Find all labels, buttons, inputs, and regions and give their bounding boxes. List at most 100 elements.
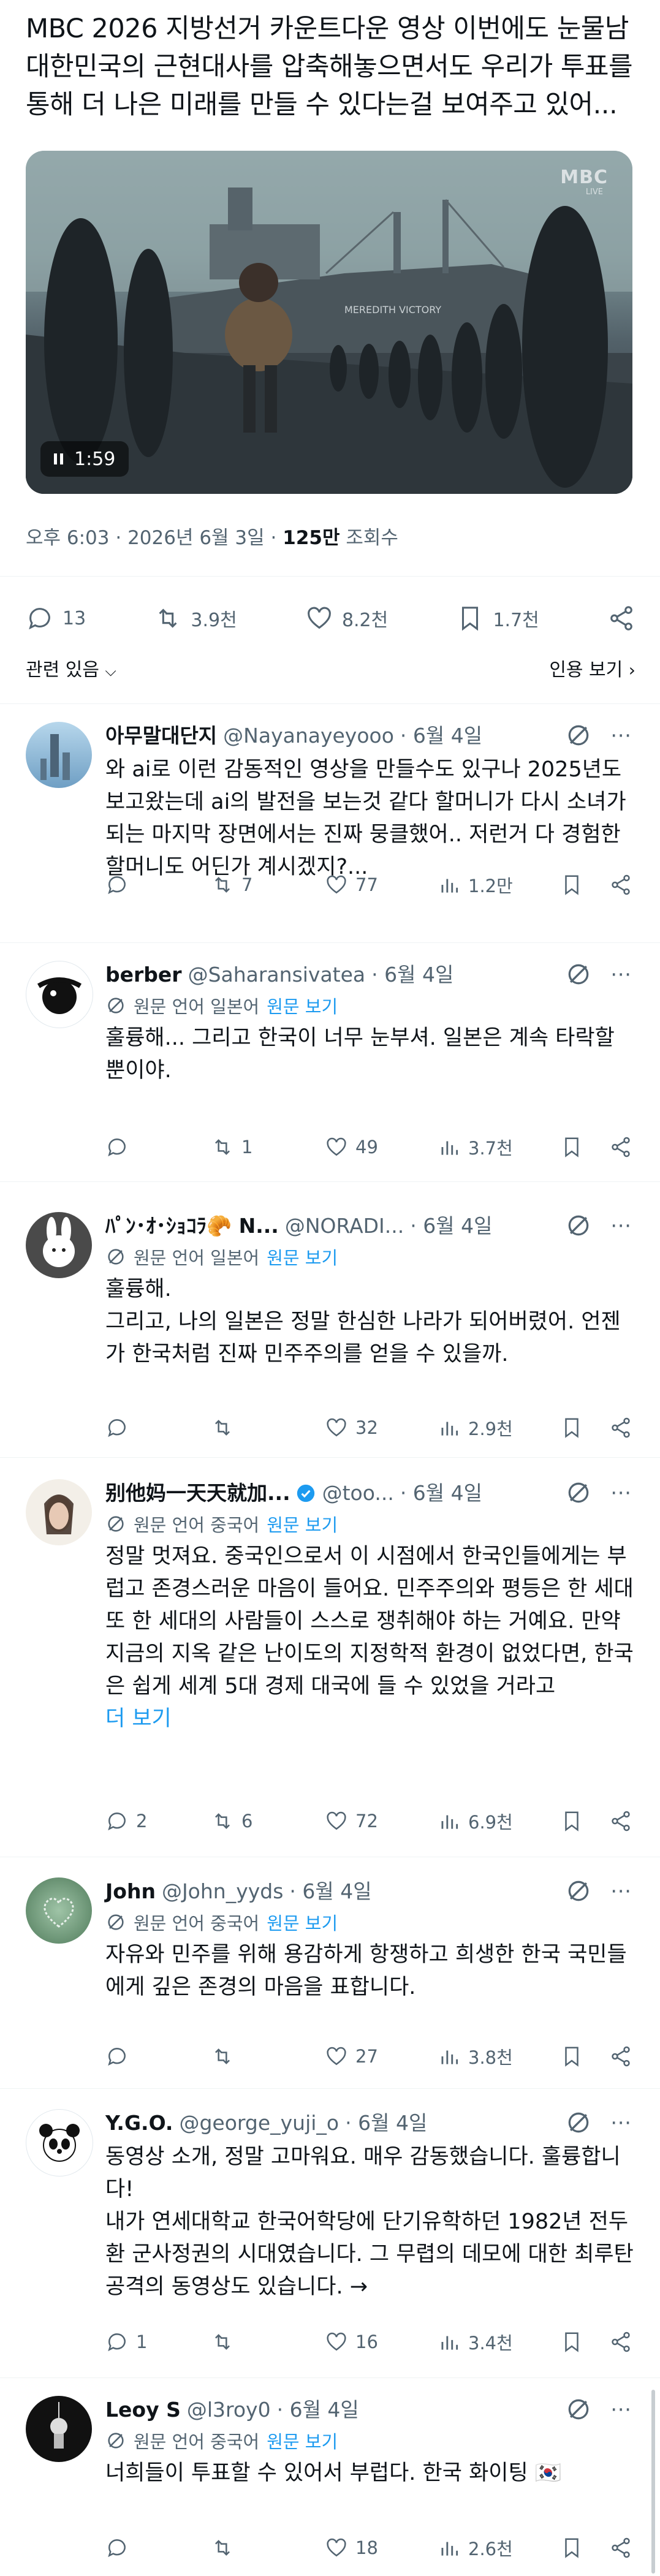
grok-icon[interactable] <box>565 722 592 749</box>
share-button[interactable] <box>607 604 635 632</box>
reply-author-handle[interactable]: @Nayanayeyooo <box>223 722 394 750</box>
show-original-link[interactable]: 원문 보기 <box>267 1909 338 1935</box>
more-options-icon[interactable]: ⋯ <box>610 2110 632 2135</box>
share-button[interactable] <box>609 2330 632 2354</box>
pause-icon[interactable] <box>54 453 63 464</box>
bookmark-button[interactable] <box>560 1416 609 1439</box>
reply-author-handle[interactable]: @Saharansivatea <box>188 961 366 989</box>
reply-author-name[interactable]: John <box>105 1877 156 1906</box>
avatar[interactable] <box>26 2109 93 2176</box>
reply-date[interactable]: · 6월 4일 <box>289 1877 371 1906</box>
views-button[interactable]: 3.4천 <box>438 2329 560 2355</box>
avatar[interactable] <box>26 2396 92 2462</box>
like-button[interactable]: 77 <box>325 873 438 896</box>
views-button[interactable]: 3.7천 <box>438 1134 560 1160</box>
grok-icon[interactable] <box>565 1479 592 1506</box>
repost-button[interactable] <box>211 2330 325 2354</box>
repost-button[interactable] <box>211 2045 325 2068</box>
like-button[interactable]: 32 <box>325 1416 438 1439</box>
reply-button[interactable]: 2 <box>105 1809 211 1833</box>
more-options-icon[interactable]: ⋯ <box>610 723 632 748</box>
reply-button[interactable] <box>105 2536 211 2559</box>
like-button[interactable]: 16 <box>325 2330 438 2354</box>
reply-date[interactable]: · 6월 4일 <box>371 961 453 989</box>
views-button[interactable]: 6.9천 <box>438 1808 560 1834</box>
reply-item[interactable]: 아무말대단지 @Nayanayeyooo · 6월 4일 ⋯ 와 ai로 이런 … <box>0 703 660 924</box>
show-original-link[interactable]: 원문 보기 <box>267 1244 338 1270</box>
reply-author-handle[interactable]: @NORADI... <box>285 1212 404 1240</box>
reply-author-handle[interactable]: @george_yuji_o <box>179 2109 339 2137</box>
bookmark-button[interactable] <box>560 1809 609 1833</box>
avatar[interactable] <box>26 1877 92 1944</box>
like-button[interactable]: 49 <box>325 1135 438 1159</box>
repost-button[interactable]: 7 <box>211 873 325 896</box>
repost-button[interactable] <box>211 1416 325 1439</box>
bookmark-button[interactable] <box>560 1135 609 1159</box>
share-button[interactable] <box>609 2045 632 2068</box>
more-options-icon[interactable]: ⋯ <box>610 1480 632 1505</box>
show-original-link[interactable]: 원문 보기 <box>267 2428 338 2453</box>
reply-item[interactable]: 别他妈一天天就加... @too... · 6월 4일 ⋯ 원문 언어 중국어 … <box>0 1457 660 1849</box>
avatar[interactable] <box>26 722 92 788</box>
bookmark-button[interactable] <box>560 2330 609 2354</box>
reply-item[interactable]: John @John_yyds · 6월 4일 ⋯ 원문 언어 중국어 원문 보… <box>0 1857 660 2083</box>
avatar[interactable] <box>26 1479 92 1545</box>
reply-button[interactable] <box>105 1416 211 1439</box>
repost-button[interactable]: 1 <box>211 1135 325 1159</box>
reply-button[interactable] <box>105 873 211 896</box>
bookmark-button[interactable] <box>560 2045 609 2068</box>
reply-item[interactable]: Y.G.O. @george_yuji_o · 6월 4일 ⋯ 동영상 소개, … <box>0 2088 660 2376</box>
reply-button[interactable]: 13 <box>26 604 86 632</box>
bookmark-button[interactable] <box>560 873 609 896</box>
views-button[interactable]: 2.6천 <box>438 2535 560 2561</box>
like-button[interactable]: 72 <box>325 1809 438 1833</box>
views-button[interactable]: 2.9천 <box>438 1415 560 1441</box>
share-button[interactable] <box>609 2536 632 2559</box>
share-button[interactable] <box>609 1135 632 1159</box>
reply-author-name[interactable]: 别他妈一天天就加... <box>105 1479 290 1507</box>
views-button[interactable]: 3.8천 <box>438 2044 560 2069</box>
repost-button[interactable] <box>211 2536 325 2559</box>
reply-author-handle[interactable]: @too... <box>322 1479 394 1507</box>
show-original-link[interactable]: 원문 보기 <box>267 1511 338 1537</box>
repost-button[interactable]: 3.9천 <box>154 604 237 632</box>
reply-date[interactable]: · 6월 4일 <box>410 1212 492 1240</box>
reply-author-name[interactable]: berber <box>105 961 182 989</box>
reply-button[interactable]: 1 <box>105 2330 211 2354</box>
more-options-icon[interactable]: ⋯ <box>610 962 632 987</box>
reply-date[interactable]: · 6월 4일 <box>400 722 482 750</box>
reply-author-handle[interactable]: @John_yyds <box>162 1877 283 1906</box>
post-video[interactable]: MEREDITH VICTORY MBC LIVE 1:59 <box>26 151 632 494</box>
reply-date[interactable]: · 6월 4일 <box>400 1479 482 1507</box>
reply-item[interactable]: berber @Saharansivatea · 6월 4일 ⋯ 원문 언어 일… <box>0 942 660 1175</box>
repost-button[interactable]: 6 <box>211 1809 325 1833</box>
reply-date[interactable]: · 6월 4일 <box>277 2396 359 2424</box>
share-button[interactable] <box>609 1416 632 1439</box>
bookmark-button[interactable] <box>560 2536 609 2559</box>
avatar[interactable] <box>26 961 93 1028</box>
reply-author-handle[interactable]: @l3roy0 <box>187 2396 271 2424</box>
avatar[interactable] <box>26 1212 92 1278</box>
bookmark-button[interactable]: 1.7천 <box>456 604 539 632</box>
grok-icon[interactable] <box>565 1877 592 1904</box>
grok-icon[interactable] <box>565 961 592 988</box>
scrollbar[interactable] <box>651 2390 655 2574</box>
reply-author-name[interactable]: ﾊﾟﾝ･ｵ･ｼｮｺﾗ🥐 N... <box>105 1212 279 1240</box>
grok-icon[interactable] <box>565 2109 592 2136</box>
view-quotes-link[interactable]: 인용 보기 › <box>549 654 635 681</box>
reply-date[interactable]: · 6월 4일 <box>345 2109 427 2137</box>
like-button[interactable]: 27 <box>325 2045 438 2068</box>
like-button[interactable]: 8.2천 <box>305 604 388 632</box>
show-more-link[interactable]: 더 보기 <box>105 1703 639 1735</box>
reply-button[interactable] <box>105 1135 211 1159</box>
show-original-link[interactable]: 원문 보기 <box>267 993 338 1018</box>
grok-icon[interactable] <box>565 2396 592 2423</box>
reply-author-name[interactable]: 아무말대단지 <box>105 722 217 750</box>
reply-button[interactable] <box>105 2045 211 2068</box>
share-button[interactable] <box>609 873 632 896</box>
more-options-icon[interactable]: ⋯ <box>610 1879 632 1903</box>
reply-item[interactable]: Leoy S @l3roy0 · 6월 4일 ⋯ 원문 언어 중국어 원문 보기… <box>0 2377 660 2576</box>
reply-item[interactable]: ﾊﾟﾝ･ｵ･ｼｮｺﾗ🥐 N... @NORADI... · 6월 4일 ⋯ 원문… <box>0 1181 660 1445</box>
more-options-icon[interactable]: ⋯ <box>610 2397 632 2422</box>
video-duration-pill[interactable]: 1:59 <box>40 441 129 477</box>
